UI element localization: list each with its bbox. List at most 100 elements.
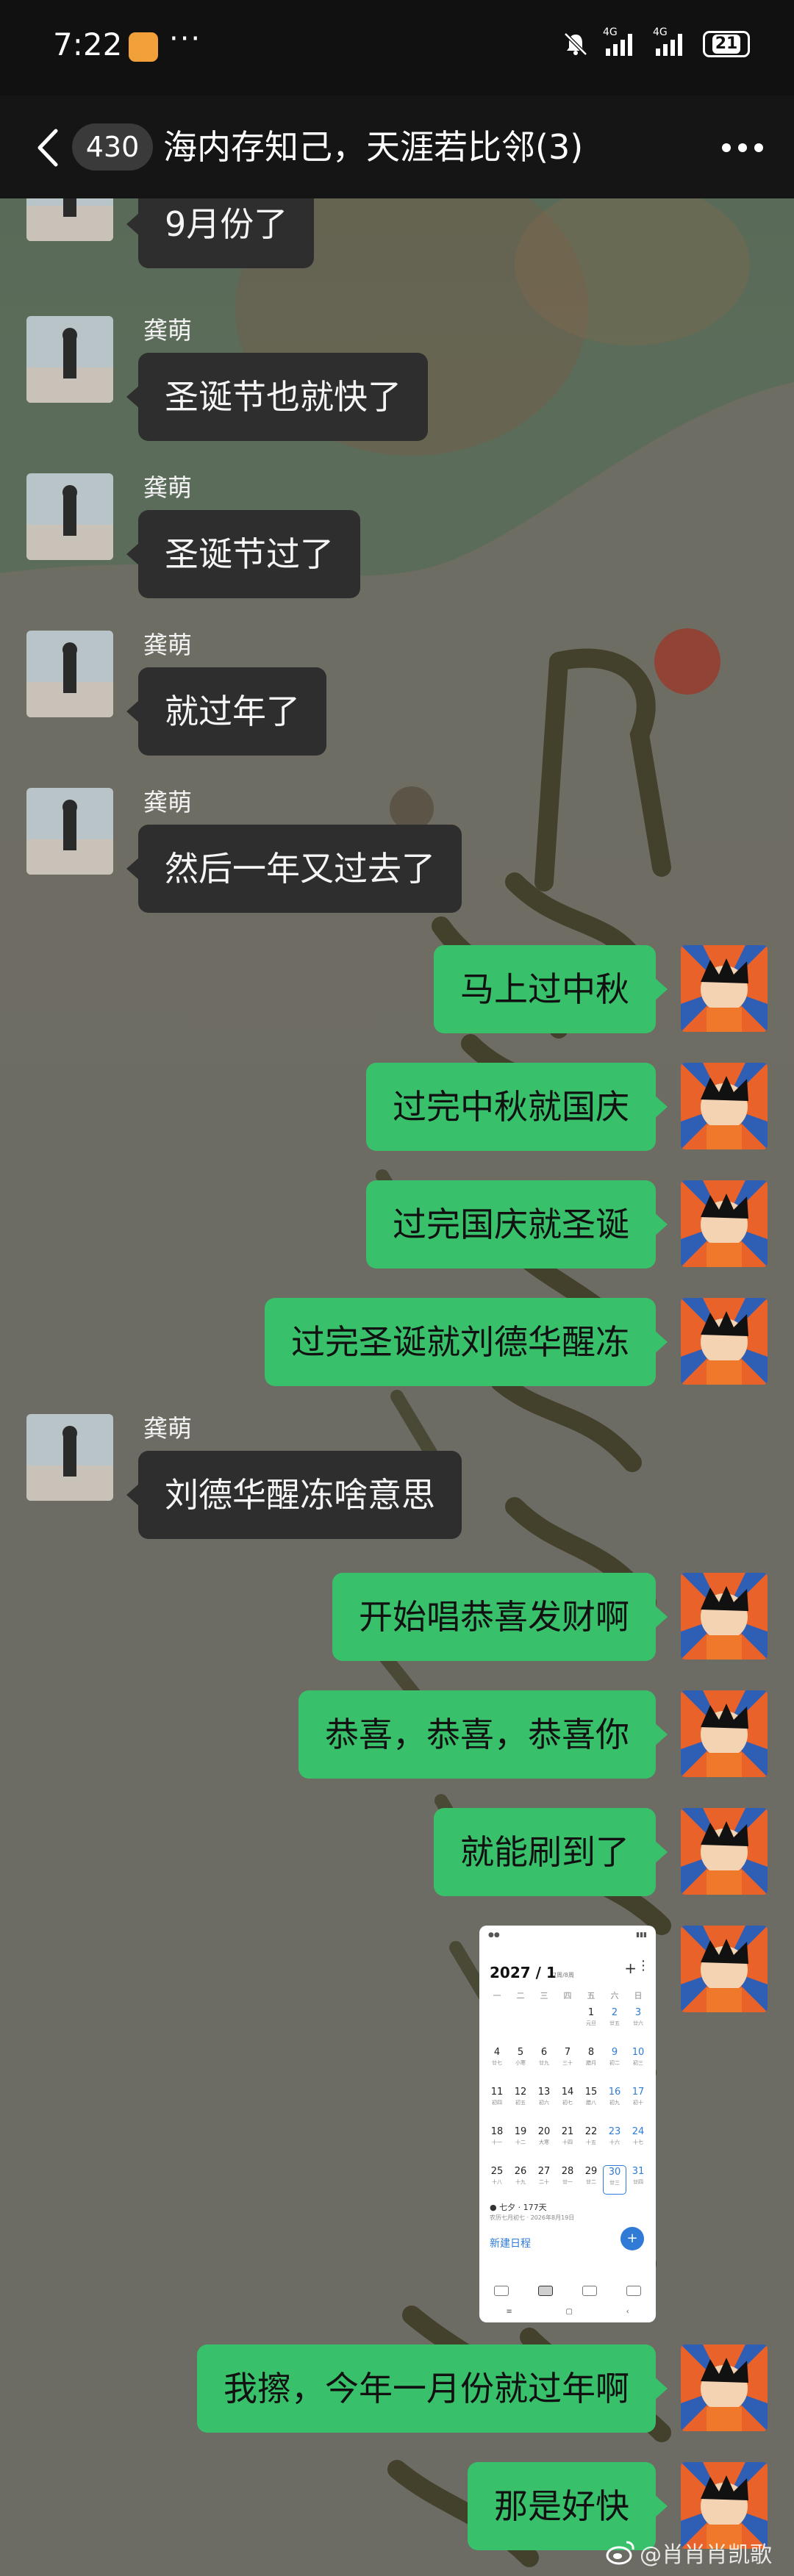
calendar-status-bar: ●● [488, 1931, 500, 1939]
calendar-lunar-date: 十六 [609, 2139, 620, 2145]
more-horizontal-icon [722, 143, 763, 152]
calendar-day-cell: 26 十九 [509, 2165, 532, 2202]
calendar-lunar-date: 腊月 [586, 2060, 596, 2066]
calendar-day-cell: 30 廿三 [603, 2165, 626, 2195]
message-bubble-incoming[interactable]: 刘德华醒冻啥意思 [126, 1451, 462, 1539]
battery-level: 21 [712, 35, 741, 54]
calendar-lunar-date: 十五 [586, 2139, 596, 2145]
contact-avatar[interactable] [26, 788, 113, 875]
calendar-day-number: 19 [514, 2126, 527, 2137]
calendar-day-cell: 27 二十 [532, 2165, 556, 2202]
my-avatar[interactable] [681, 1180, 768, 1267]
calendar-day-cell: 9 初二 [603, 2046, 626, 2083]
my-avatar[interactable] [681, 1808, 768, 1895]
calendar-day-number: 1 [587, 2007, 595, 2018]
my-avatar[interactable] [681, 1063, 768, 1149]
calendar-day-cell: 24 十七 [626, 2125, 650, 2162]
watermark: @肖肖肖凯歌 [606, 2536, 772, 2569]
message-bubble-outgoing[interactable]: 开始唱恭喜发财啊 [332, 1573, 668, 1661]
calendar-weekday: 二 [516, 1991, 525, 2001]
calendar-tab-icon [494, 2286, 509, 2296]
message-bubble-outgoing[interactable]: 恭喜，恭喜，恭喜你 [298, 1690, 668, 1779]
message-bubble-incoming[interactable]: 就过年了 [126, 667, 326, 756]
image-message-calendar-screenshot[interactable]: ●● ▮▮▮ 2027 / 1 7周/8周 + ⋮ 一 二 三 四 五 六 日 1 元旦 2 廿五 3… [479, 1926, 656, 2322]
calendar-day-number: 3 [634, 2007, 642, 2018]
calendar-lunar-date: 元旦 [586, 2020, 596, 2026]
status-time: 7:22 [53, 26, 123, 62]
back-button[interactable] [26, 122, 71, 173]
calendar-status-right: ▮▮▮ [636, 1931, 647, 1939]
message-bubble-outgoing[interactable]: 就能刷到了 [434, 1808, 668, 1896]
my-avatar[interactable] [681, 1298, 768, 1385]
calendar-day-cell: 7 三十 [556, 2046, 579, 2083]
contact-avatar[interactable] [26, 316, 113, 403]
message-bubble-outgoing[interactable]: 过完中秋就国庆 [366, 1063, 668, 1151]
calendar-day-cell: 21 十四 [556, 2125, 579, 2162]
calendar-day-number: 25 [490, 2166, 504, 2177]
signal-2: 4G [653, 26, 690, 59]
calendar-day-cell [509, 2006, 532, 2043]
calendar-day-cell: 15 腊八 [579, 2086, 603, 2123]
calendar-day-number: 21 [561, 2126, 574, 2137]
menu-icon: ≡ [506, 2307, 512, 2316]
contact-avatar[interactable] [26, 631, 113, 717]
my-avatar[interactable] [681, 1573, 768, 1660]
calendar-lunar-date: 廿七 [492, 2060, 502, 2066]
calendar-day-number: 23 [608, 2126, 621, 2137]
calendar-day-cell [556, 2006, 579, 2043]
sender-name: 龚萌 [143, 473, 192, 502]
calendar-fab-add-icon: + [620, 2227, 644, 2250]
calendar-lunar-date: 十七 [633, 2139, 643, 2145]
calendar-day-number: 20 [537, 2126, 551, 2137]
message-bubble-outgoing[interactable]: 过完圣诞就刘德华醒冻 [265, 1298, 668, 1386]
calendar-day-cell: 18 十一 [485, 2125, 509, 2162]
contact-avatar[interactable] [26, 1414, 113, 1501]
message-bubble-incoming[interactable]: 圣诞节也就快了 [126, 353, 428, 441]
battery-icon: 21 [703, 31, 750, 57]
calendar-lunar-date: 廿五 [609, 2020, 620, 2026]
sender-name: 龚萌 [143, 316, 192, 345]
weibo-logo-icon [606, 2541, 634, 2565]
calendar-tab-bar [479, 2280, 656, 2302]
calendar-lunar-date: 廿六 [633, 2020, 643, 2026]
calendar-day-number: 7 [564, 2047, 571, 2058]
my-avatar[interactable] [681, 2344, 768, 2431]
calendar-day-number: 6 [540, 2047, 548, 2058]
calendar-day-number: 10 [632, 2047, 645, 2058]
calendar-grid: 一 二 三 四 五 六 日 1 元旦 2 廿五 3 廿六 4 廿七 5 小寒 6 廿九 7 三十 8 腊月 9 初二 10 初三 11… [485, 1989, 650, 2202]
my-avatar[interactable] [681, 945, 768, 1032]
watermark-text: @肖肖肖凯歌 [640, 2542, 772, 2568]
calendar-day-number: 15 [584, 2087, 598, 2098]
more-options-button[interactable] [713, 122, 772, 173]
calendar-lunar-date: 三十 [562, 2060, 573, 2066]
calendar-day-cell: 10 初三 [626, 2046, 650, 2083]
message-bubble-outgoing[interactable]: 过完国庆就圣诞 [366, 1180, 668, 1269]
unread-count-badge[interactable]: 430 [72, 123, 153, 171]
my-avatar[interactable] [681, 1690, 768, 1777]
calendar-lunar-date: 廿二 [586, 2179, 596, 2185]
calendar-lunar-date: 小寒 [515, 2060, 526, 2066]
message-bubble-incoming[interactable]: 然后一年又过去了 [126, 825, 462, 913]
chat-header: 430 海内存知己，天涯若比邻(3) [0, 96, 794, 198]
chat-message-list[interactable]: 9月份了 龚萌 圣诞节也就快了 龚萌 圣诞节过了 龚萌 就过年了 龚萌 然后一年… [0, 154, 794, 2576]
contact-avatar[interactable] [26, 473, 113, 560]
calendar-day-number: 4 [493, 2047, 501, 2058]
message-bubble-incoming[interactable]: 圣诞节过了 [126, 510, 360, 598]
calendar-day-cell [485, 2006, 509, 2043]
calendar-day-number: 12 [514, 2087, 527, 2098]
calendar-week-info: 7周/8周 [553, 1972, 574, 1978]
calendar-day-number: 27 [537, 2166, 551, 2177]
calendar-day-cell: 31 廿四 [626, 2165, 650, 2202]
calendar-lunar-date: 初九 [609, 2100, 620, 2106]
status-indicators: 4G 4G 21 [562, 26, 750, 59]
calendar-day-number: 13 [537, 2087, 551, 2098]
message-bubble-outgoing[interactable]: 马上过中秋 [434, 945, 668, 1033]
calendar-weekday: 日 [634, 1991, 643, 2001]
calendar-day-cell: 22 十五 [579, 2125, 603, 2162]
calendar-weekday: 三 [540, 1991, 548, 2001]
calendar-day-cell: 23 十六 [603, 2125, 626, 2162]
my-avatar[interactable] [681, 1926, 768, 2012]
sender-name: 龚萌 [143, 788, 192, 817]
message-bubble-outgoing[interactable]: 我擦，今年一月份就过年啊 [197, 2344, 668, 2433]
calendar-system-nav: ≡ ▢ ‹ [479, 2303, 656, 2320]
